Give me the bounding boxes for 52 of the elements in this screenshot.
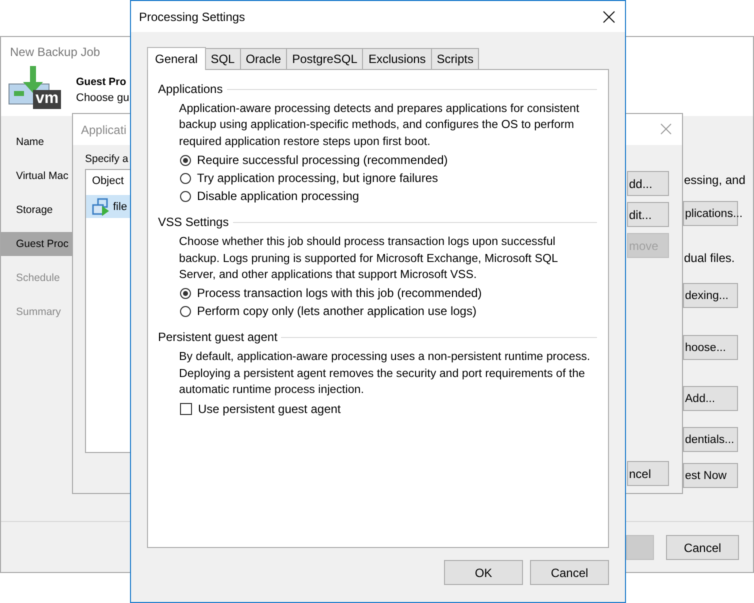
tab[interactable]: PostgreSQL: [286, 48, 364, 69]
step-subtitle: Choose gu: [76, 92, 130, 104]
tab[interactable]: Oracle: [240, 48, 288, 69]
section-heading: Applications: [158, 82, 223, 96]
tab[interactable]: Scripts: [430, 48, 480, 69]
dialog-button[interactable]: ncel: [627, 461, 669, 486]
dialog-button[interactable]: Cancel: [530, 560, 609, 585]
option-label[interactable]: Perform copy only (lets another application use logs): [197, 304, 476, 318]
window-title: Applicati: [81, 122, 126, 136]
wizard-button[interactable]: est Now: [683, 463, 738, 488]
section-heading: VSS Settings: [158, 215, 229, 230]
wizard-step[interactable]: Guest Proc: [1, 232, 73, 256]
radio-button[interactable]: [180, 190, 191, 202]
section-heading: Persistent guest agent: [158, 330, 278, 344]
section-description: By default, application-aware processing uses a non-persistent runtime process. Deploying a persistent agent removes the security and port requirements of the automatic runtime process injection.: [179, 349, 592, 398]
prompt-text: Specify a: [85, 153, 128, 165]
section-description: Application-aware processing detects and prepares applications for consistent backup using application-specific methods, and configures the OS to perform required application restore steps upon first boot.: [179, 101, 580, 150]
option-label[interactable]: Disable application processing: [197, 189, 360, 204]
option-label[interactable]: Try application processing, but ignore failures: [197, 171, 438, 186]
wizard-step[interactable]: Virtual Mac: [1, 164, 73, 188]
window-title: Processing Settings: [139, 10, 246, 24]
wizard-step[interactable]: Name: [1, 130, 73, 154]
list-row[interactable]: file: [86, 195, 130, 218]
dialog-button[interactable]: dit...: [627, 202, 669, 227]
wizard-button[interactable]: Add...: [683, 386, 738, 411]
option-label[interactable]: Require successful processing (recommended): [197, 153, 448, 168]
column-header: Object: [91, 174, 124, 189]
wizard-button[interactable]: hoose...: [683, 335, 738, 360]
vm-badge: vm: [33, 90, 61, 109]
cancel-button[interactable]: Cancel: [666, 535, 739, 560]
checkbox[interactable]: [180, 402, 192, 415]
radio-button[interactable]: [180, 172, 191, 184]
dialog-button[interactable]: OK: [444, 560, 523, 585]
window-title: New Backup Job: [10, 44, 100, 58]
tab[interactable]: General: [147, 47, 206, 70]
radio-button[interactable]: [180, 288, 191, 299]
section-description: Choose whether this job should process transaction logs upon successful backup. Logs pruning is supported for Microsoft Exchange, Microsoft SQL Server, and other applications that support Microsoft VSS.: [179, 234, 558, 284]
wizard-button[interactable]: dentials...: [683, 427, 738, 452]
radio-button[interactable]: [180, 154, 191, 166]
option-label[interactable]: Process transaction logs with this job (recommended): [197, 286, 482, 300]
vm-icon: [92, 198, 110, 216]
description-text: essing, and: [684, 172, 746, 188]
tab[interactable]: Exclusions: [362, 48, 432, 69]
dialog-button[interactable]: dd...: [627, 171, 669, 196]
description-text: dual files.: [684, 250, 735, 266]
step-title: Guest Pro: [76, 76, 126, 88]
wizard-button[interactable]: dexing...: [683, 283, 738, 308]
close-icon[interactable]: [603, 10, 615, 22]
option-label[interactable]: Use persistent guest agent: [198, 402, 341, 416]
radio-button[interactable]: [180, 306, 191, 317]
wizard-step[interactable]: Storage: [1, 198, 73, 222]
tab[interactable]: SQL: [204, 48, 241, 69]
